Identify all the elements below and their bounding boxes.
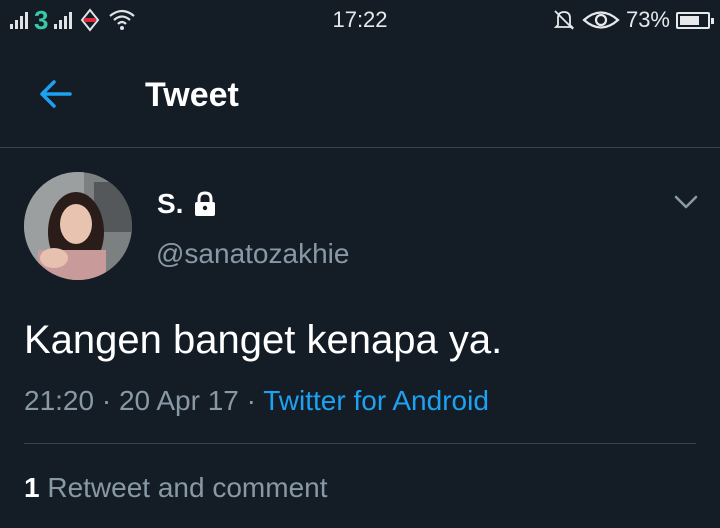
battery-percent: 73%: [625, 7, 670, 32]
tweet-text: Kangen banget kenapa ya.: [24, 318, 503, 362]
status-bar: 3 17:22 73%: [0, 0, 720, 40]
chevron-down-icon: [674, 195, 698, 209]
meta-separator: ·: [101, 385, 112, 416]
arrow-left-icon: [40, 80, 72, 108]
tweet-meta: 21:20 · 20 Apr 17 · Twitter for Android: [24, 385, 489, 417]
retweet-label: Retweet and comment: [47, 472, 328, 503]
stats-divider: [24, 443, 696, 444]
eye-icon: [582, 11, 620, 29]
app-header: Tweet: [0, 40, 720, 147]
tweet-date: 20 Apr 17: [118, 385, 239, 416]
profile-photo: [24, 172, 132, 280]
battery-icon: [676, 11, 714, 29]
display-name[interactable]: S.: [157, 188, 183, 220]
retweet-stats[interactable]: 1 Retweet and comment: [24, 472, 328, 504]
tweet-menu-button[interactable]: [672, 188, 700, 216]
battery-level-fill: [680, 15, 699, 25]
avatar[interactable]: [24, 172, 132, 280]
tweet-source-link[interactable]: Twitter for Android: [263, 385, 489, 416]
author-row: S.: [157, 188, 217, 220]
user-handle[interactable]: @sanatozakhie: [156, 238, 349, 270]
mute-icon: [553, 10, 575, 30]
meta-separator-2: ·: [246, 385, 256, 416]
tweet-time: 21:20: [24, 385, 95, 416]
back-button[interactable]: [36, 74, 76, 114]
retweet-count: 1: [24, 472, 40, 503]
status-bar-right: 73%: [552, 6, 714, 34]
lock-icon: [195, 191, 216, 216]
page-title: Tweet: [145, 76, 239, 114]
header-divider: [0, 147, 720, 148]
